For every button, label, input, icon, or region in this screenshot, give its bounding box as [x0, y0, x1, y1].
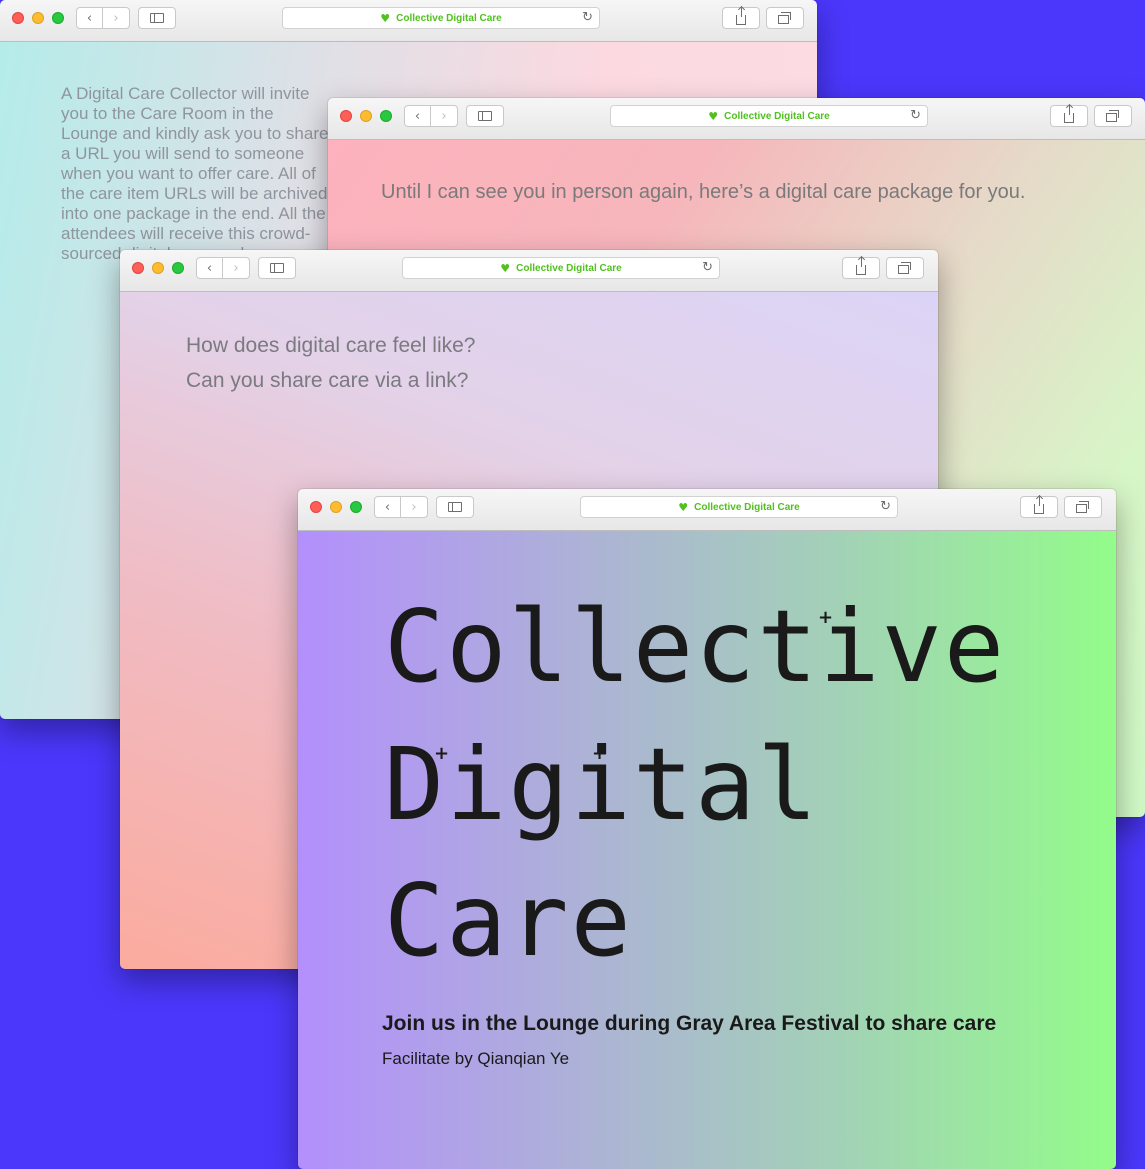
share-button[interactable] [1050, 105, 1088, 127]
heart-icon: ♥ [380, 11, 391, 25]
intro-paragraph: A Digital Care Collector will invite you… [61, 84, 329, 263]
minimize-icon[interactable] [330, 501, 342, 513]
traffic-lights [12, 12, 64, 24]
sidebar-button[interactable] [436, 496, 474, 518]
browser-window-poster: ‹ › ♥ Collective Digital Care ↻ Collecti… [298, 489, 1116, 1169]
zoom-icon[interactable] [52, 12, 64, 24]
close-icon[interactable] [340, 110, 352, 122]
back-button[interactable]: ‹ [196, 257, 223, 279]
tabs-button[interactable] [766, 7, 804, 29]
reload-icon[interactable]: ↻ [910, 108, 921, 123]
address-bar[interactable]: ♥ Collective Digital Care ↻ [580, 496, 898, 518]
heart-icon: ♥ [708, 109, 719, 123]
page-title: Collective Digital Care [694, 501, 800, 513]
forward-button[interactable]: › [223, 257, 250, 279]
tabs-icon [1106, 109, 1119, 122]
traffic-lights [132, 262, 184, 274]
traffic-lights [340, 110, 392, 122]
zoom-icon[interactable] [380, 110, 392, 122]
address-bar[interactable]: ♥ Collective Digital Care ↻ [282, 7, 600, 29]
tabs-button[interactable] [886, 257, 924, 279]
reload-icon[interactable]: ↻ [880, 499, 891, 514]
sidebar-icon [150, 13, 164, 23]
zoom-icon[interactable] [350, 501, 362, 513]
sidebar-icon [270, 263, 284, 273]
heart-icon: ♥ [500, 261, 511, 275]
titlebar: ‹ › ♥ Collective Digital Care ↻ [120, 250, 938, 292]
titlebar: ‹ › ♥ Collective Digital Care ↻ [328, 98, 1145, 140]
nav-buttons: ‹ › [374, 496, 428, 518]
title-line-collective: Collective [384, 588, 1007, 705]
tabs-icon [1076, 500, 1089, 513]
share-button[interactable] [842, 257, 880, 279]
tabs-button[interactable] [1064, 496, 1102, 518]
page-title: Collective Digital Care [724, 110, 830, 122]
titlebar: ‹ › ♥ Collective Digital Care ↻ [0, 0, 817, 42]
sidebar-button[interactable] [138, 7, 176, 29]
titlebar: ‹ › ♥ Collective Digital Care ↻ [298, 489, 1116, 531]
share-button[interactable] [1020, 496, 1058, 518]
share-button[interactable] [722, 7, 760, 29]
forward-button[interactable]: › [431, 105, 458, 127]
tabs-icon [778, 11, 791, 24]
share-icon [856, 257, 866, 275]
reload-icon[interactable]: ↻ [702, 260, 713, 275]
minimize-icon[interactable] [360, 110, 372, 122]
close-icon[interactable] [132, 262, 144, 274]
page-title: Collective Digital Care [516, 262, 622, 274]
sidebar-icon [448, 502, 462, 512]
tabs-button[interactable] [1094, 105, 1132, 127]
reload-icon[interactable]: ↻ [582, 10, 593, 25]
back-button[interactable]: ‹ [76, 7, 103, 29]
nav-buttons: ‹ › [404, 105, 458, 127]
zoom-icon[interactable] [172, 262, 184, 274]
question-2: Can you share care via a link? [186, 369, 469, 392]
back-button[interactable]: ‹ [404, 105, 431, 127]
traffic-lights [310, 501, 362, 513]
tabs-icon [898, 261, 911, 274]
close-icon[interactable] [12, 12, 24, 24]
sidebar-icon [478, 111, 492, 121]
event-tagline: Join us in the Lounge during Gray Area F… [382, 1012, 997, 1035]
page-title: Collective Digital Care [396, 12, 502, 24]
title-line-care: Care [384, 862, 633, 979]
sidebar-button[interactable] [466, 105, 504, 127]
address-bar[interactable]: ♥ Collective Digital Care ↻ [610, 105, 928, 127]
share-icon [736, 7, 746, 25]
minimize-icon[interactable] [32, 12, 44, 24]
question-1: How does digital care feel like? [186, 334, 476, 357]
sparkle-icon: + [818, 607, 834, 628]
sparkle-icon: + [592, 743, 608, 764]
share-icon [1034, 496, 1044, 514]
back-button[interactable]: ‹ [374, 496, 401, 518]
address-bar[interactable]: ♥ Collective Digital Care ↻ [402, 257, 720, 279]
sidebar-button[interactable] [258, 257, 296, 279]
heart-icon: ♥ [678, 500, 689, 514]
page-content: Collective Digital Care + + + Join us in… [298, 531, 1116, 1169]
forward-button[interactable]: › [103, 7, 130, 29]
close-icon[interactable] [310, 501, 322, 513]
minimize-icon[interactable] [152, 262, 164, 274]
nav-buttons: ‹ › [76, 7, 130, 29]
facilitator-credit: Facilitate by Qianqian Ye [382, 1049, 570, 1068]
nav-buttons: ‹ › [196, 257, 250, 279]
share-icon [1064, 105, 1074, 123]
sparkle-icon: + [434, 743, 450, 764]
forward-button[interactable]: › [401, 496, 428, 518]
package-message: Until I can see you in person again, her… [381, 181, 1026, 203]
